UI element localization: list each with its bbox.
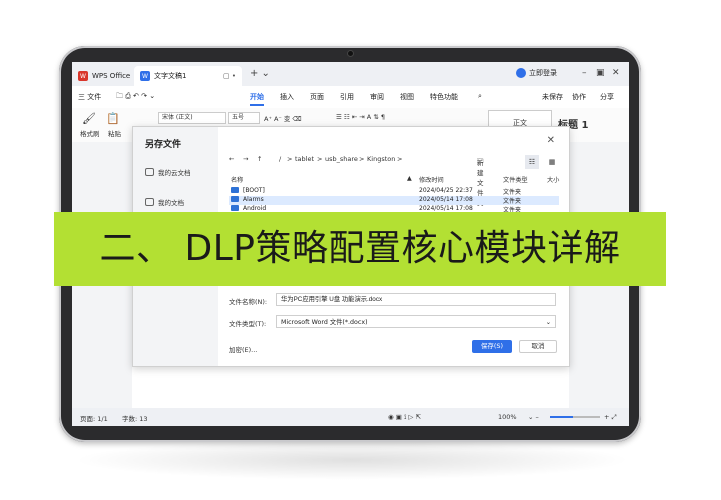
location-documents-label: 我的文档 (158, 199, 184, 207)
up-icon[interactable]: ↑ (257, 155, 262, 163)
column-type[interactable]: 文件类型 (503, 175, 528, 184)
title-banner: 二、 DLP策略配置核心模块详解 (54, 212, 666, 286)
encrypt-button[interactable]: 加密(E)... (229, 344, 257, 354)
path-root[interactable]: / (279, 155, 281, 163)
paste-icon[interactable]: 📋 (106, 112, 120, 125)
font-size-select[interactable]: 五号 (228, 112, 260, 124)
doc-logo-icon: W (140, 71, 150, 81)
filetype-label: 文件类型(T): (229, 320, 267, 328)
filename-input[interactable] (276, 293, 556, 306)
device-shadow (72, 440, 632, 480)
menu-features[interactable]: 特色功能 (430, 92, 458, 102)
menu-file[interactable]: 三 文件 (78, 92, 101, 102)
zoom-in-icon[interactable]: + ⤢ (604, 413, 617, 422)
font-family-select[interactable]: 宋体 (正文) (158, 112, 226, 124)
close-icon[interactable]: ✕ (612, 68, 620, 78)
title-bar: W WPS Office W 文字文稿1 ▢ • + ⌄ 立即登录 – ▣ ✕ (72, 62, 629, 86)
column-modified[interactable]: 修改时间 (419, 175, 444, 184)
filename-label: 文件名称(N): (229, 298, 268, 306)
dialog-title: 另存文件 (145, 140, 182, 150)
file-type: 文件夹 (503, 198, 522, 205)
tab-wps-office[interactable]: W WPS Office (78, 66, 134, 86)
zoom-slider[interactable] (550, 416, 600, 418)
zoom-out-icon[interactable]: ⌄ – (528, 413, 539, 421)
paragraph-tools-icons[interactable]: ☰ ☷ ⇤ ⇥ A ⇅ ¶ (336, 113, 385, 121)
zoom-slider-fill (550, 416, 573, 418)
filetype-select[interactable]: Microsoft Word 文件(*.docx) ⌄ (276, 315, 556, 328)
file-modified: 2024/05/14 17:08 (419, 196, 473, 203)
menu-start[interactable]: 开始 (250, 92, 264, 106)
menu-reference[interactable]: 引用 (340, 92, 354, 102)
page-count: 页面: 1/1 (80, 415, 108, 423)
camera-dot (348, 51, 353, 56)
location-cloud[interactable]: 我的云文档 (145, 167, 191, 177)
back-icon[interactable]: ← (229, 155, 234, 163)
file-name: [BOOT] (243, 187, 265, 194)
path-sep: > (359, 155, 365, 163)
menu-page[interactable]: 页面 (310, 92, 324, 102)
menu-review[interactable]: 审阅 (370, 92, 384, 102)
cancel-button[interactable]: 取消 (519, 340, 557, 353)
chevron-down-icon: ⌄ (545, 319, 551, 326)
file-row[interactable]: [BOOT] 2024/04/25 22:37 文件夹 (229, 187, 559, 196)
paste-label: 粘贴 (108, 130, 121, 138)
view-mode-icons[interactable]: ◉ ▣ ⟟ ▷ ⇱ (388, 413, 421, 422)
cloud-icon (145, 168, 154, 176)
list-view-icon[interactable]: ☷ (525, 155, 539, 169)
collab-button[interactable]: 协作 (572, 92, 586, 102)
tab-document-label: 文字文稿1 (154, 72, 187, 80)
menu-view[interactable]: 视图 (400, 92, 414, 102)
path-bar: ← → ↑ / > tablet > usb_share > Kingston … (229, 153, 559, 207)
wps-logo-icon: W (78, 71, 88, 81)
file-name: Android (243, 205, 267, 212)
path-sep: > (287, 155, 293, 163)
file-row[interactable]: Alarms 2024/05/14 17:08 文件夹 (229, 196, 559, 205)
tab-wps-label: WPS Office (92, 72, 131, 80)
folder-icon (231, 187, 239, 193)
restore-icon[interactable]: ▣ (596, 68, 605, 78)
column-name[interactable]: 名称 (231, 175, 243, 184)
word-count[interactable]: 字数: 13 (122, 413, 148, 423)
zoom-level[interactable]: 100% (498, 413, 517, 421)
folder-icon (231, 205, 239, 211)
path-tablet[interactable]: tablet (295, 155, 314, 163)
folder-icon (231, 196, 239, 202)
new-tab-button[interactable]: + ⌄ (250, 68, 270, 79)
file-modified: 2024/04/25 22:37 (419, 187, 473, 194)
format-brush-icon[interactable]: 🖌 (82, 112, 96, 125)
path-kingston[interactable]: Kingston (367, 155, 395, 163)
file-modified: 2024/05/14 17:08 (419, 205, 473, 212)
share-button[interactable]: 分享 (600, 92, 614, 102)
save-button[interactable]: 保存(S) (472, 340, 512, 353)
forward-icon[interactable]: → (243, 155, 248, 163)
login-button[interactable]: 立即登录 (516, 68, 557, 78)
path-sep: > (317, 155, 323, 163)
file-name: Alarms (243, 196, 264, 203)
path-usb-share[interactable]: usb_share (325, 155, 358, 163)
grid-view-icon[interactable]: ▦ (545, 155, 559, 169)
folder-icon (145, 198, 154, 206)
menu-insert[interactable]: 插入 (280, 92, 294, 102)
minimize-icon[interactable]: – (582, 68, 587, 78)
file-type: 文件夹 (503, 189, 522, 196)
status-bar: 页面: 1/1 字数: 13 ◉ ▣ ⟟ ▷ ⇱ 100% ⌄ – + ⤢ (72, 408, 629, 426)
tab-close-icon[interactable]: ▢ • (223, 72, 236, 80)
unsaved-status[interactable]: 未保存 (542, 92, 563, 102)
menu-bar: 三 文件 🗀 ⎙ ↶ ↷ ⌄ 开始 插入 页面 引用 审阅 视图 特色功能 ⌕ … (72, 86, 629, 109)
filetype-value: Microsoft Word 文件(*.docx) (281, 319, 368, 326)
location-documents[interactable]: 我的文档 (145, 197, 184, 207)
user-icon (516, 68, 526, 78)
format-brush-label: 格式刷 (80, 130, 100, 138)
toolbar-quick-icons[interactable]: 🗀 ⎙ ↶ ↷ ⌄ (116, 92, 155, 103)
login-label: 立即登录 (529, 69, 557, 77)
dialog-close-icon[interactable]: ✕ (547, 135, 555, 146)
location-cloud-label: 我的云文档 (158, 169, 191, 177)
path-sep: > (397, 155, 403, 163)
tab-document[interactable]: W 文字文稿1 ▢ • (134, 66, 242, 86)
font-tools-icons[interactable]: A⁺ A⁻ 变 ⌫ (264, 113, 302, 123)
banner-title: 二、 DLP策略配置核心模块详解 (99, 228, 621, 269)
search-icon[interactable]: ⌕ (478, 92, 482, 101)
column-size[interactable]: 大小 (547, 175, 559, 184)
sort-icon: ▲ (407, 175, 412, 182)
